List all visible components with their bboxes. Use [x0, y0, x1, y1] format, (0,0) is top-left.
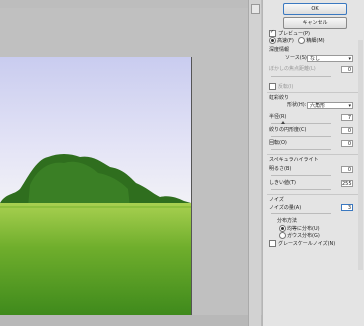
brightness-label: 明るさ(B): [269, 166, 292, 172]
shape-label: 形状(H):: [287, 102, 307, 108]
noise-amount-track[interactable]: [271, 213, 331, 214]
iris-heading: 虹彩絞り: [269, 95, 290, 101]
landscape-photo: [0, 57, 191, 315]
noise-amount-input[interactable]: 3: [341, 204, 353, 211]
chevron-down-icon: ▾: [348, 103, 351, 109]
curvature-label: 絞りの円形度(C): [269, 127, 307, 133]
accurate-label: 精細(M): [306, 38, 325, 44]
curvature-track[interactable]: [271, 136, 331, 137]
brightness-track[interactable]: [271, 175, 331, 176]
monochrome-checkbox[interactable]: [269, 240, 276, 247]
settings-panel: OK キャンセル プレビュー(P) 高速(F) 精細(M) 深度情報 ソース(S…: [262, 0, 364, 326]
cancel-button[interactable]: キャンセル: [283, 17, 347, 29]
canvas-top-band: [0, 0, 262, 8]
threshold-track[interactable]: [271, 189, 331, 190]
focus-distance-label: ぼかしの焦点距離(L): [269, 66, 316, 72]
gaussian-label: ガウス分布(G): [287, 233, 320, 239]
depth-map-heading: 深度情報: [269, 47, 290, 53]
rotation-track[interactable]: [271, 149, 331, 150]
canvas-scrollbar[interactable]: [248, 0, 261, 326]
specular-heading: スペキュラハイライト: [269, 157, 319, 163]
gaussian-row[interactable]: ガウス分布(G): [279, 232, 320, 240]
shape-value: 六角形: [310, 103, 326, 109]
gaussian-radio[interactable]: [279, 232, 286, 239]
divider: [267, 154, 361, 155]
source-value: なし: [310, 56, 321, 62]
curvature-input[interactable]: 0: [341, 127, 353, 134]
brightness-input[interactable]: 0: [341, 166, 353, 173]
panel-scrollbar[interactable]: [358, 40, 363, 270]
radius-label: 半径(R): [269, 114, 287, 120]
invert-checkbox[interactable]: [269, 83, 276, 90]
fast-label: 高速(F): [277, 38, 294, 44]
chevron-down-icon: ▾: [348, 56, 351, 62]
radius-slider-handle[interactable]: [281, 121, 285, 124]
preview-image[interactable]: [0, 57, 192, 315]
invert-label: 反転(I): [278, 84, 294, 90]
divider: [267, 194, 361, 195]
distribution-heading: 分布方法: [277, 218, 298, 224]
canvas-bottom-band: [0, 315, 262, 326]
radius-track[interactable]: [271, 123, 331, 124]
uniform-radio[interactable]: [279, 225, 286, 232]
monochrome-label: グレースケールノイズ(N): [278, 241, 336, 247]
preview-checkbox[interactable]: [269, 29, 276, 37]
fast-radio[interactable]: [269, 37, 276, 44]
invert-row[interactable]: 反転(I): [269, 83, 293, 91]
accurate-radio[interactable]: [298, 37, 306, 44]
source-select[interactable]: なし ▾: [307, 55, 353, 62]
rotation-label: 回転(O): [269, 140, 287, 146]
divider: [267, 92, 361, 93]
ok-button[interactable]: OK: [283, 3, 347, 15]
noise-heading: ノイズ: [269, 197, 284, 203]
noise-amount-label: ノイズの量(A): [269, 205, 302, 211]
source-label: ソース(S):: [285, 55, 309, 61]
monochrome-row[interactable]: グレースケールノイズ(N): [269, 240, 335, 248]
threshold-input[interactable]: 255: [341, 180, 353, 187]
mode-row: 高速(F) 精細(M): [269, 37, 325, 45]
focus-distance-track[interactable]: [271, 76, 331, 77]
rotation-input[interactable]: 0: [341, 140, 353, 147]
threshold-label: しきい値(T): [269, 180, 296, 186]
preview-canvas-area: [0, 0, 262, 326]
scroll-up-arrow[interactable]: [251, 4, 260, 14]
shape-select[interactable]: 六角形 ▾: [307, 102, 353, 109]
radius-input[interactable]: 7: [341, 114, 353, 121]
focus-distance-input[interactable]: 0: [341, 66, 353, 73]
